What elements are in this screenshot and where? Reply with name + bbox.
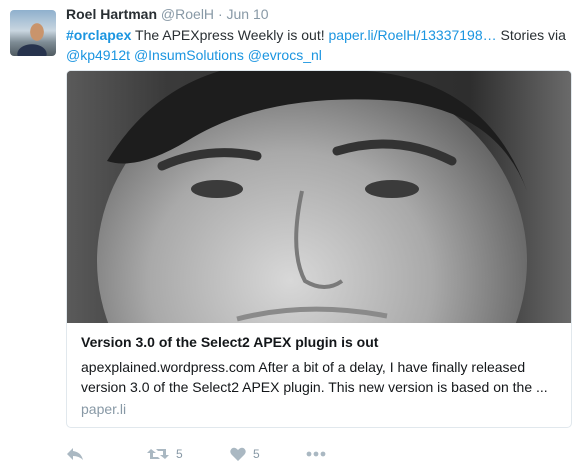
tweet-text-part: The APEXpress Weekly is out! xyxy=(131,27,329,43)
more-icon xyxy=(306,451,326,457)
card-title[interactable]: Version 3.0 of the Select2 APEX plugin i… xyxy=(81,334,378,350)
author-name[interactable]: Roel Hartman xyxy=(66,6,157,22)
tweet-actions: 5 5 xyxy=(66,444,366,464)
tweet-text: #orclapex The APEXpress Weekly is out! p… xyxy=(66,25,566,65)
hashtag-link[interactable]: #orclapex xyxy=(66,27,131,43)
header-separator: · xyxy=(217,6,223,22)
mention-link[interactable]: @kp4912t xyxy=(66,47,130,63)
like-button[interactable]: 5 xyxy=(230,444,260,464)
link-card[interactable]: Version 3.0 of the Select2 APEX plugin i… xyxy=(66,70,572,428)
heart-icon xyxy=(230,447,246,461)
mention-link[interactable]: @evrocs_nl xyxy=(248,47,322,63)
tweet-text-part: Stories via xyxy=(496,27,566,43)
mention-link[interactable]: @InsumSolutions xyxy=(134,47,244,63)
url-link[interactable]: paper.li/RoelH/13337198… xyxy=(329,27,497,43)
like-count: 5 xyxy=(253,447,260,461)
retweet-icon xyxy=(147,447,169,461)
author-handle[interactable]: @RoelH xyxy=(161,6,214,22)
card-domain: paper.li xyxy=(81,401,127,417)
card-description: apexplained.wordpress.com After a bit of… xyxy=(81,359,548,395)
retweet-button[interactable]: 5 xyxy=(147,444,183,464)
tweet-date[interactable]: Jun 10 xyxy=(227,6,269,22)
more-button[interactable] xyxy=(306,444,326,464)
reply-button[interactable] xyxy=(66,444,84,464)
reply-icon xyxy=(66,447,84,461)
retweet-count: 5 xyxy=(176,447,183,461)
avatar[interactable] xyxy=(10,10,56,56)
card-photo xyxy=(67,71,571,323)
card-image[interactable] xyxy=(67,71,571,323)
tweet-header: Roel Hartman @RoelH · Jun 10 xyxy=(66,6,269,22)
